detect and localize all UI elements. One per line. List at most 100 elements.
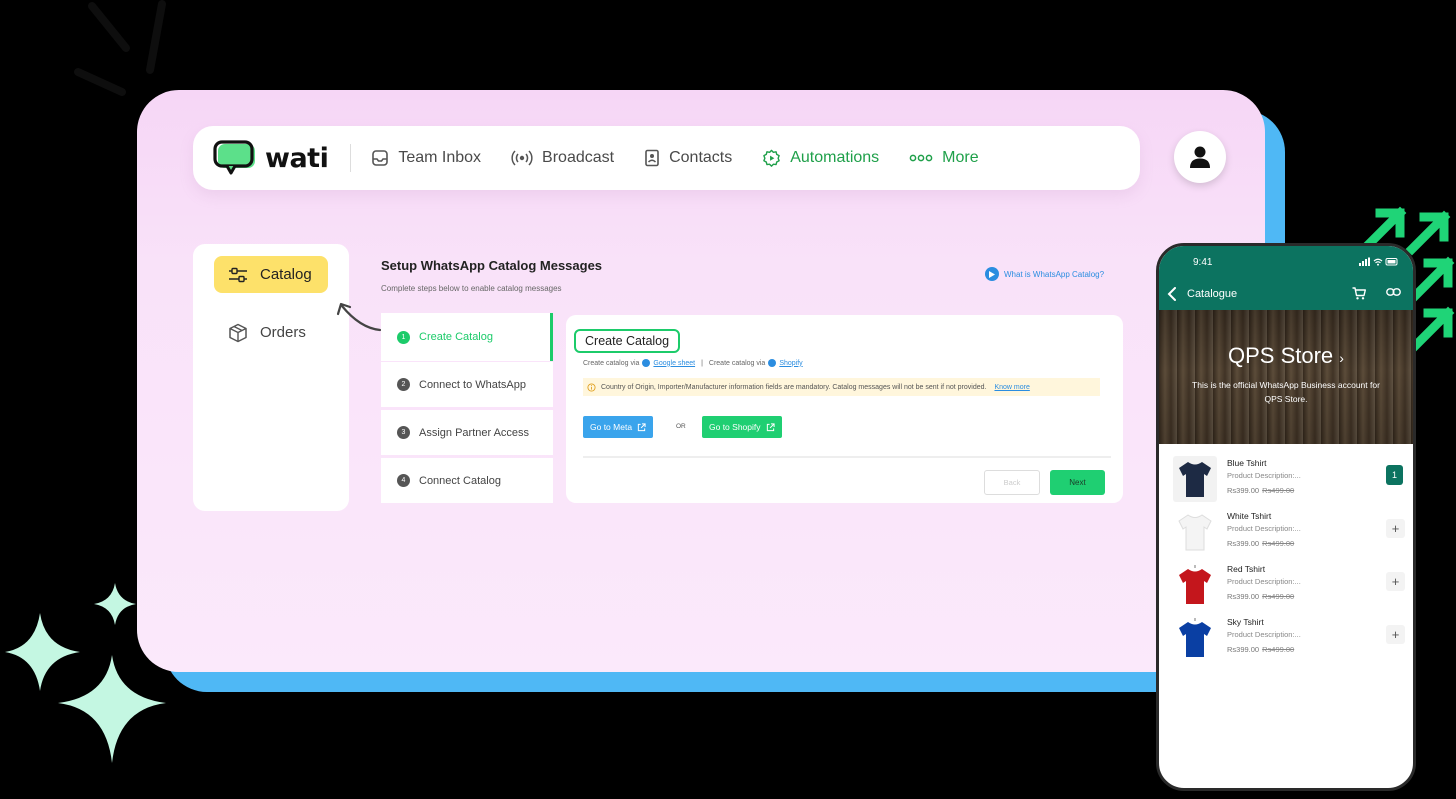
sidebar-item-catalog[interactable]: Catalog (214, 256, 328, 293)
nav-more[interactable]: More (909, 149, 979, 167)
step-label: Connect to WhatsApp (419, 378, 527, 391)
product-item[interactable]: Sky Tshirt Product Description:... Rs399… (1173, 615, 1405, 663)
external-link-icon (637, 422, 646, 431)
chat-bubble-logo-icon (213, 140, 255, 175)
tshirt-icon (1179, 618, 1211, 657)
panel-title: Create Catalog (574, 329, 681, 353)
step-connect-whatsapp[interactable]: 2 Connect to WhatsApp (381, 362, 553, 407)
setup-title: Setup WhatsApp Catalog Messages (381, 258, 603, 273)
cart-icon[interactable] (1352, 287, 1366, 300)
sidebar-item-label: Orders (260, 324, 306, 341)
step-create-catalog[interactable]: 1 Create Catalog (381, 313, 553, 361)
link-icon[interactable] (1386, 287, 1401, 297)
status-time: 9:41 (1193, 256, 1213, 268)
decorative-sparkles (5, 583, 166, 763)
current-price: Rs399.00 (1227, 645, 1260, 654)
next-button[interactable]: Next (1050, 470, 1105, 495)
step-number: 4 (397, 474, 410, 487)
inbox-icon (372, 150, 389, 166)
nav-label: Automations (790, 149, 880, 166)
box-icon (229, 323, 247, 342)
product-item[interactable]: Blue Tshirt Product Description:... Rs39… (1173, 456, 1405, 504)
nav-automations[interactable]: Automations (762, 149, 879, 168)
nav-label: Team Inbox (398, 149, 482, 166)
product-price: Rs399.00 Rs499.00 (1227, 645, 1294, 654)
product-item[interactable]: White Tshirt Product Description:... Rs3… (1173, 509, 1405, 557)
nav-label: Broadcast (542, 149, 615, 166)
quantity-badge[interactable]: 1 (1386, 465, 1403, 485)
what-is-catalog-link[interactable]: What is WhatsApp Catalog? (985, 267, 1104, 281)
mandatory-fields-notice: Country of Origin, Importer/Manufacturer… (583, 378, 1100, 396)
user-icon (1190, 146, 1210, 168)
step-assign-partner-access[interactable]: 3 Assign Partner Access (381, 410, 553, 455)
product-item[interactable]: Red Tshirt Product Description:... Rs399… (1173, 562, 1405, 610)
tshirt-icon (1179, 462, 1211, 497)
tshirt-thumbnail (1173, 562, 1217, 608)
via-prefix: Create catalog via (708, 359, 766, 367)
catalog-sidebar: Catalog Orders (193, 244, 349, 511)
play-icon (985, 267, 999, 281)
old-price: Rs499.00 (1262, 592, 1295, 601)
create-via-line: Create catalog via Google sheet | Create… (583, 359, 803, 367)
shopify-icon (768, 359, 777, 367)
product-description: Product Description:... (1227, 630, 1301, 639)
external-link-icon (766, 422, 775, 431)
current-price: Rs399.00 (1227, 592, 1260, 601)
go-to-shopify-button[interactable]: Go to Shopify (702, 416, 782, 438)
know-more-link[interactable]: Know more (994, 384, 1029, 391)
nav-divider (350, 144, 352, 172)
help-link-label: What is WhatsApp Catalog? (1004, 269, 1105, 279)
sidebar-item-orders[interactable]: Orders (214, 314, 328, 351)
more-dots-icon (909, 154, 933, 162)
add-to-cart-button[interactable]: + (1386, 572, 1405, 591)
info-icon (587, 382, 596, 392)
google-sheet-link[interactable]: Google sheet (653, 360, 695, 367)
old-price: Rs499.00 (1262, 645, 1295, 654)
step-connect-catalog[interactable]: 4 Connect Catalog (381, 458, 553, 503)
go-to-meta-button[interactable]: Go to Meta (583, 416, 654, 438)
pointer-arrow-icon (336, 302, 382, 332)
user-avatar[interactable] (1174, 131, 1226, 183)
sidebar-item-label: Catalog (260, 266, 312, 283)
setup-subtitle: Complete steps below to enable catalog m… (381, 284, 562, 293)
step-number: 1 (397, 330, 410, 344)
sliders-icon (229, 267, 247, 282)
product-price: Rs399.00 Rs499.00 (1227, 486, 1294, 495)
tshirt-thumbnail (1173, 615, 1217, 661)
nav-broadcast[interactable]: Broadcast (511, 149, 614, 167)
add-to-cart-button[interactable]: + (1386, 625, 1405, 644)
via-separator: | (701, 359, 703, 367)
gear-icon (763, 149, 781, 167)
appbar-title: Catalogue (1187, 288, 1238, 300)
notice-text: Country of Origin, Importer/Manufacturer… (601, 383, 987, 391)
store-description: This is the official WhatsApp Business a… (1192, 380, 1380, 404)
tshirt-thumbnail (1173, 509, 1217, 555)
top-nav: wati Team Inbox Broadcast Contacts Autom… (193, 126, 1140, 190)
step-label: Create Catalog (419, 331, 493, 343)
back-button[interactable]: Back (984, 470, 1040, 495)
current-price: Rs399.00 (1227, 539, 1260, 548)
nav-team-inbox[interactable]: Team Inbox (371, 149, 481, 167)
back-chevron-icon[interactable] (1167, 287, 1177, 301)
add-to-cart-button[interactable]: + (1386, 519, 1405, 538)
old-price: Rs499.00 (1262, 539, 1295, 548)
brand-logo[interactable]: wati (213, 140, 329, 176)
tshirt-icon (1178, 514, 1212, 551)
shopify-link[interactable]: Shopify (779, 360, 802, 367)
store-name: QPS Store (1228, 343, 1334, 368)
product-description: Product Description:... (1227, 524, 1301, 533)
step-number: 3 (397, 426, 410, 439)
phone-mockup: 9:41 Catalogue QPS Store › This is the o… (1156, 243, 1416, 791)
via-prefix: Create catalog via (583, 359, 640, 367)
store-name-row[interactable]: QPS Store › (1159, 343, 1413, 369)
old-price: Rs499.00 (1262, 486, 1295, 495)
product-name: Sky Tshirt (1227, 617, 1264, 627)
nav-contacts[interactable]: Contacts (644, 149, 732, 167)
product-name: Red Tshirt (1227, 564, 1266, 574)
google-sheet-icon (642, 359, 651, 367)
chevron-right-icon: › (1339, 350, 1344, 366)
product-name: White Tshirt (1227, 511, 1272, 521)
store-hero: QPS Store › This is the official WhatsAp… (1159, 310, 1413, 444)
tshirt-thumbnail (1173, 456, 1217, 502)
product-description: Product Description:... (1227, 577, 1301, 586)
